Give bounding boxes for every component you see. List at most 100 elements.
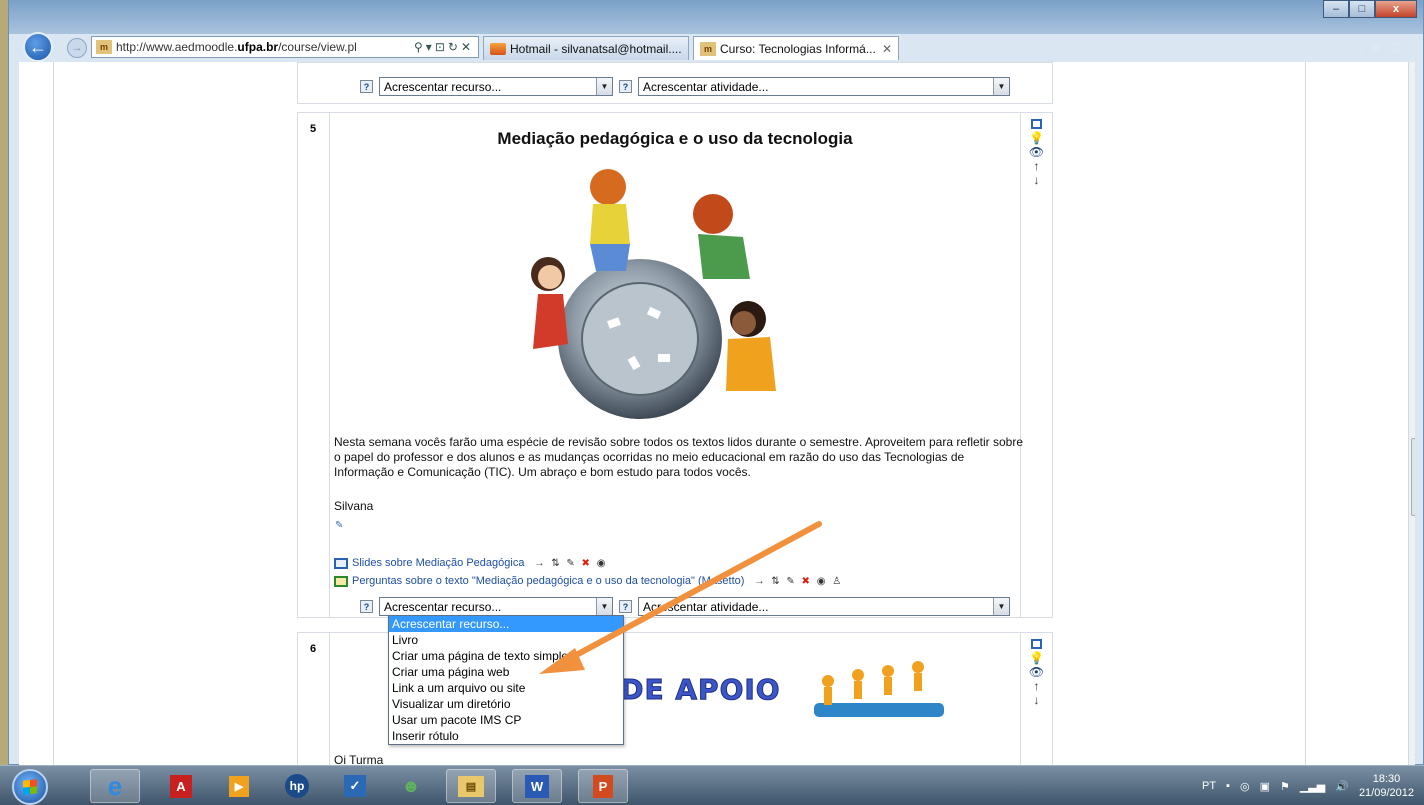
move-up-icon[interactable]: ↑: [1034, 160, 1040, 173]
dropdown-option[interactable]: Criar uma página web: [389, 664, 623, 680]
dropdown-option[interactable]: Livro: [389, 632, 623, 648]
hp-icon[interactable]: hp: [272, 769, 322, 803]
dropdown-option[interactable]: Visualizar um diretório: [389, 696, 623, 712]
add-resource-select[interactable]: Acrescentar recurso... ▼: [379, 597, 613, 616]
close-window-button[interactable]: x: [1375, 0, 1417, 18]
show-only-section-icon[interactable]: [1031, 639, 1042, 649]
delete-icon[interactable]: ✖: [802, 576, 812, 587]
dropdown-option[interactable]: Acrescentar recurso...: [389, 616, 623, 632]
dropdown-option[interactable]: Usar um pacote IMS CP: [389, 712, 623, 728]
resource-edit-icons[interactable]: → ⇅ ✎ ✖ ◉ ♙: [754, 576, 843, 587]
internet-explorer-icon[interactable]: e: [90, 769, 140, 803]
taskbar: e A ▶ hp ✓ ☻ ▤ W P PT ▪ ◎ ▣ ⚑ ▁▃▅ 🔊 18:3…: [0, 765, 1424, 805]
resource-questions-label[interactable]: Perguntas sobre o texto "Mediação pedagó…: [352, 575, 744, 587]
vertical-scrollbar[interactable]: ▲ ▼: [1408, 62, 1415, 765]
back-button[interactable]: ←: [23, 32, 53, 62]
action-center-flag-icon[interactable]: ⚑: [1280, 780, 1290, 793]
move-down-icon[interactable]: ↓: [1034, 174, 1040, 187]
dropdown-option[interactable]: Inserir rótulo: [389, 728, 623, 744]
scroll-down-icon[interactable]: ▼: [1413, 752, 1415, 761]
add-activity-value: Acrescentar atividade...: [643, 599, 769, 614]
section-number: 6: [298, 633, 330, 765]
scroll-thumb[interactable]: [1411, 438, 1415, 516]
file-explorer-icon[interactable]: ▤: [446, 769, 496, 803]
forward-button[interactable]: →: [67, 38, 87, 58]
section-5: 5 💡 👁 ↑ ↓ Mediação pedagógica e o uso da…: [297, 112, 1053, 618]
network-icon[interactable]: ▪: [1226, 780, 1230, 792]
volume-icon[interactable]: 🔊: [1335, 780, 1349, 793]
help-icon[interactable]: ?: [360, 600, 373, 613]
display-icon[interactable]: ▣: [1260, 780, 1270, 793]
users-icon[interactable]: ☻: [386, 769, 436, 803]
signature: Silvana: [334, 499, 374, 513]
section-number: 5: [298, 113, 330, 617]
minimize-button[interactable]: –: [1323, 0, 1349, 18]
add-resource-select-previous[interactable]: Acrescentar recurso... ▼: [379, 77, 613, 96]
dropdown-option[interactable]: Criar uma página de texto simples: [389, 648, 623, 664]
home-icon[interactable]: ⌂: [1353, 40, 1369, 57]
add-row-previous: ? Acrescentar recurso... ▼ ? Acrescentar…: [360, 77, 1010, 96]
url-prefix: http://www.aedmoodle.: [116, 40, 238, 54]
highlight-bulb-icon[interactable]: 💡: [1029, 132, 1044, 145]
address-bar[interactable]: m http://www.aedmoodle.ufpa.br/course/vi…: [91, 36, 479, 58]
move-up-icon[interactable]: ↑: [1034, 680, 1040, 693]
dropdown-option[interactable]: Link a um arquivo ou site: [389, 680, 623, 696]
show-only-section-icon[interactable]: [1031, 119, 1042, 129]
favorites-star-icon[interactable]: ★: [1368, 40, 1388, 57]
resource-edit-icons[interactable]: → ⇅ ✎ ✖ ◉: [534, 558, 607, 569]
windows-logo-icon: [23, 779, 37, 795]
chevron-down-icon[interactable]: ▼: [596, 598, 612, 615]
maximize-button[interactable]: □: [1349, 0, 1375, 18]
delete-icon[interactable]: ✖: [582, 558, 592, 569]
start-button[interactable]: [12, 769, 48, 805]
settings-gear-icon[interactable]: ⚙: [1389, 40, 1409, 57]
tab-course[interactable]: m Curso: Tecnologias Informá... ✕: [693, 36, 899, 60]
chevron-down-icon[interactable]: ▼: [993, 78, 1009, 95]
resource-slides-label[interactable]: Slides sobre Mediação Pedagógica: [352, 557, 524, 569]
avira-icon[interactable]: A: [156, 769, 206, 803]
children-globe-illustration: [531, 169, 776, 419]
signal-icon[interactable]: ▁▃▅: [1300, 780, 1325, 793]
tab-close-icon[interactable]: ✕: [882, 42, 892, 56]
help-icon[interactable]: ?: [619, 80, 632, 93]
navigation-bar: ← → m http://www.aedmoodle.ufpa.br/cours…: [9, 32, 1423, 62]
visibility-eye-icon[interactable]: 👁: [1029, 146, 1044, 159]
address-tools-icons[interactable]: ⚲▾⊡↻✕: [410, 40, 478, 54]
chevron-down-icon[interactable]: ▼: [596, 78, 612, 95]
help-icon[interactable]: ?: [619, 600, 632, 613]
section-controls: 💡 👁 ↑ ↓: [1020, 113, 1052, 617]
add-resource-dropdown-list: Acrescentar recurso... Livro Criar uma p…: [388, 615, 624, 745]
edit-summary-icon[interactable]: ✎: [335, 520, 343, 531]
slides-resource-icon: [334, 557, 348, 569]
window-controls: – □ x: [1323, 0, 1417, 18]
left-column-border: [53, 62, 54, 765]
moodle-favicon-icon: m: [96, 40, 112, 54]
move-down-icon[interactable]: ↓: [1034, 694, 1040, 707]
chevron-down-icon[interactable]: ▼: [993, 598, 1009, 615]
media-player-icon[interactable]: ▶: [214, 769, 264, 803]
moodle-tab-icon: m: [700, 41, 716, 56]
add-resource-value: Acrescentar recurso...: [384, 599, 502, 614]
powerpoint-icon[interactable]: P: [578, 769, 628, 803]
hp-tray-icon[interactable]: ◎: [1240, 780, 1250, 793]
sync-check-icon[interactable]: ✓: [330, 769, 380, 803]
add-activity-select-previous[interactable]: Acrescentar atividade... ▼: [638, 77, 1010, 96]
resource-slides[interactable]: Slides sobre Mediação Pedagógica → ⇅ ✎ ✖…: [334, 557, 607, 569]
people-chain-icon: [814, 661, 944, 717]
highlight-bulb-icon[interactable]: 💡: [1029, 652, 1044, 665]
browser-window: – □ x ← → m http://www.aedmoodle.ufpa.br…: [8, 0, 1424, 765]
help-icon[interactable]: ?: [360, 80, 373, 93]
add-resource-value: Acrescentar recurso...: [384, 79, 502, 94]
add-activity-select[interactable]: Acrescentar atividade... ▼: [638, 597, 1010, 616]
scroll-up-icon[interactable]: ▲: [1413, 64, 1415, 73]
visibility-eye-icon[interactable]: 👁: [1029, 666, 1044, 679]
tab-hotmail[interactable]: Hotmail - silvanatsal@hotmail....: [483, 36, 689, 60]
word-icon[interactable]: W: [512, 769, 562, 803]
clock-date: 21/09/2012: [1358, 787, 1414, 799]
clock[interactable]: 18:30 21/09/2012: [1359, 772, 1414, 800]
section-description: Nesta semana vocês farão uma espécie de …: [334, 435, 1024, 479]
language-indicator[interactable]: PT: [1202, 780, 1216, 792]
assignment-resource-icon: [334, 575, 348, 587]
section-title: Mediação pedagógica e o uso da tecnologi…: [497, 129, 853, 148]
resource-questions[interactable]: Perguntas sobre o texto "Mediação pedagó…: [334, 575, 843, 587]
